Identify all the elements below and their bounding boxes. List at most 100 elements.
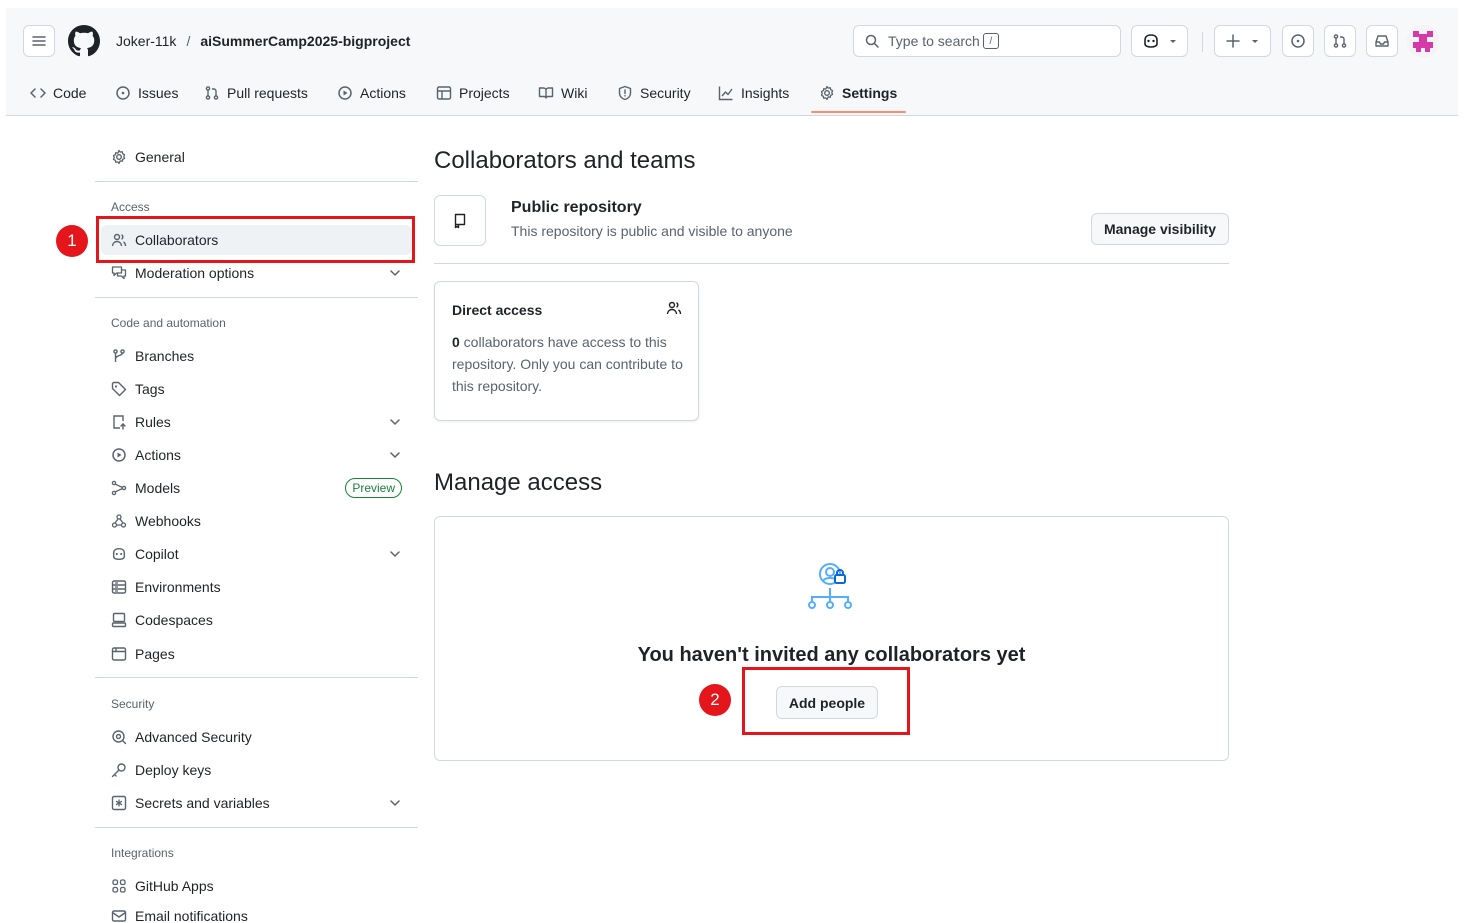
tab-label: Wiki [561, 85, 588, 101]
sidebar-item-general[interactable]: General [101, 142, 412, 172]
sidebar-item-label: Moderation options [135, 265, 255, 281]
sidebar-divider [95, 677, 418, 678]
tab-projects[interactable]: Projects [436, 79, 510, 107]
header-divider [1202, 32, 1203, 52]
search-shortcut: / [982, 33, 999, 49]
menu-button[interactable] [23, 25, 55, 57]
tab-security[interactable]: Security [617, 79, 691, 107]
server-icon [111, 580, 127, 594]
sidebar-divider [95, 827, 418, 828]
tab-issues[interactable]: Issues [115, 79, 178, 107]
tab-code[interactable]: Code [30, 79, 86, 107]
visibility-description: This repository is public and visible to… [511, 223, 793, 239]
tab-insights[interactable]: Insights [718, 79, 789, 107]
sidebar-item-actions[interactable]: Actions [101, 440, 412, 470]
step-1-marker: 1 [56, 225, 88, 257]
sidebar-item-pages[interactable]: Pages [101, 639, 412, 669]
sidebar-heading-access: Access [111, 200, 150, 214]
sidebar-item-rules[interactable]: Rules [101, 407, 412, 437]
repo-icon [454, 213, 466, 228]
tab-label: Actions [360, 85, 406, 101]
issue-opened-icon [116, 86, 130, 100]
gear-icon [820, 85, 834, 101]
tab-wiki[interactable]: Wiki [538, 79, 587, 107]
manage-visibility-button[interactable]: Manage visibility [1091, 213, 1229, 245]
github-logo-icon[interactable] [68, 25, 100, 57]
key-asterisk-icon [111, 795, 127, 811]
direct-access-text: 0 collaborators have access to this repo… [452, 331, 688, 397]
chevron-down-icon [1169, 40, 1176, 43]
sidebar-item-codespaces[interactable]: Codespaces [101, 605, 412, 635]
codespaces-icon [111, 612, 127, 628]
tab-label: Security [640, 85, 691, 101]
copilot-icon [112, 547, 126, 561]
plus-icon [1226, 34, 1240, 48]
sidebar-item-label: Environments [135, 579, 221, 595]
sidebar-item-label: Pages [135, 646, 175, 662]
sidebar-item-advanced-security[interactable]: Advanced Security [101, 722, 412, 752]
gear-icon [112, 149, 126, 165]
chevron-down-icon [390, 551, 400, 558]
direct-access-title: Direct access [452, 302, 543, 318]
sidebar-item-tags[interactable]: Tags [101, 374, 412, 404]
sidebar-heading-security: Security [111, 697, 155, 711]
sidebar-item-webhooks[interactable]: Webhooks [101, 506, 412, 536]
sidebar-item-label: Codespaces [135, 612, 213, 628]
copilot-button[interactable] [1131, 25, 1188, 57]
sidebar-item-label: Tags [135, 381, 165, 397]
sidebar-item-secrets[interactable]: Secrets and variables [101, 788, 412, 818]
ai-model-icon [111, 480, 127, 496]
add-people-highlight-box [742, 667, 910, 735]
pull-requests-button[interactable] [1324, 25, 1356, 57]
tab-label: Code [53, 85, 87, 101]
tab-actions[interactable]: Actions [337, 79, 406, 107]
breadcrumb-owner[interactable]: Joker-11k [116, 32, 176, 50]
sidebar-item-label: Advanced Security [135, 729, 252, 745]
avatar[interactable] [1407, 25, 1439, 57]
sidebar-item-branches[interactable]: Branches [101, 341, 412, 371]
tab-pull-requests[interactable]: Pull requests [204, 79, 308, 107]
tab-settings[interactable]: Settings [819, 79, 897, 107]
repo-push-icon [113, 415, 126, 430]
sidebar-item-label: Rules [135, 414, 171, 430]
inbox-button[interactable] [1366, 25, 1398, 57]
sidebar-item-label: Webhooks [135, 513, 201, 529]
breadcrumb-repo[interactable]: aiSummerCamp2025-bigproject [200, 32, 410, 50]
shield-icon [618, 85, 632, 101]
issues-button[interactable] [1282, 25, 1314, 57]
sidebar-divider [95, 181, 418, 182]
graph-icon [718, 86, 733, 101]
git-pull-request-icon [205, 86, 219, 100]
search-icon [865, 34, 879, 48]
preview-badge: Preview [345, 478, 402, 498]
chevron-down-icon [390, 419, 400, 426]
step-2-marker: 2 [699, 684, 731, 716]
sidebar-item-github-apps[interactable]: GitHub Apps [101, 871, 412, 901]
sidebar-item-models[interactable]: Models Preview [101, 473, 412, 503]
search-placeholder: Type to search [888, 33, 980, 49]
chevron-down-icon [1251, 40, 1258, 43]
codescan-icon [112, 730, 127, 745]
identicon-icon [1407, 25, 1439, 57]
section-divider [434, 263, 1229, 264]
apps-icon [112, 879, 126, 893]
sidebar-item-label: Secrets and variables [135, 795, 270, 811]
sidebar-item-deploy-keys[interactable]: Deploy keys [101, 755, 412, 785]
collaborators-highlight-box [96, 216, 415, 263]
search-input[interactable]: Type to search / [853, 25, 1121, 57]
sidebar-item-copilot[interactable]: Copilot [101, 539, 412, 569]
visibility-title: Public repository [511, 199, 642, 216]
tag-icon [111, 381, 127, 397]
sidebar-item-email-notifications[interactable]: Email notifications [101, 902, 412, 923]
chevron-down-icon [390, 270, 400, 277]
sidebar-item-environments[interactable]: Environments [101, 572, 412, 602]
table-icon [436, 86, 452, 100]
breadcrumb: Joker-11k / aiSummerCamp2025-bigproject [116, 32, 410, 50]
collaborator-count: 0 [452, 334, 460, 350]
create-new-button[interactable] [1214, 25, 1271, 57]
breadcrumb-separator: / [186, 33, 191, 49]
git-branch-icon [113, 349, 125, 362]
sidebar-item-label: Deploy keys [135, 762, 212, 778]
hamburger-icon [32, 36, 46, 46]
sidebar-divider [95, 297, 418, 298]
